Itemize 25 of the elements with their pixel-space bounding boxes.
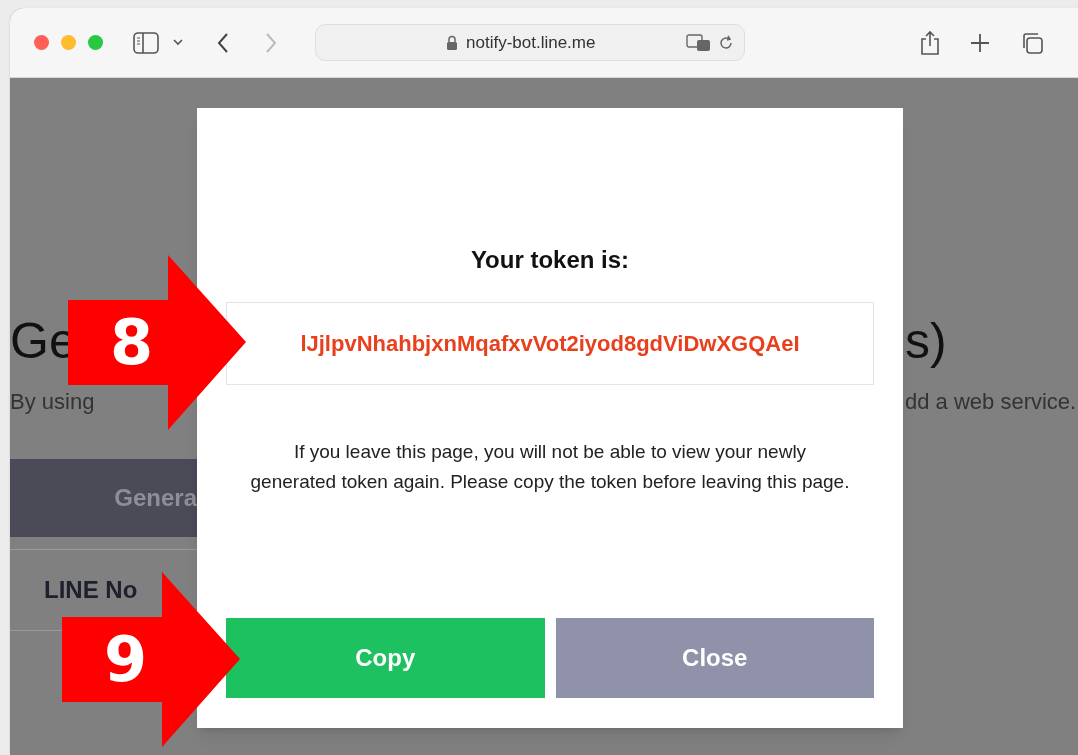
page-heading: s) [905,313,948,369]
translate-icon[interactable] [686,33,712,52]
warning-message: If you leave this page, you will not be able to view your newly generated token again. Please copy the token before leaving this page. [250,440,850,494]
dialog-title: Your token is: [470,245,630,275]
url-text: notify-bot.line.me [466,31,596,54]
step-number: 8 [110,305,154,380]
reload-icon[interactable] [718,34,734,51]
copy-button[interactable]: Copy [226,618,545,698]
token-text: lJjlpvNhahbjxnMqafxvVot2iyod8gdViDwXGQAeI [300,330,800,358]
new-tab-icon[interactable] [970,32,990,53]
close-button[interactable]: Close [555,618,874,698]
address-bar[interactable]: notify-bot.line.me [315,24,745,61]
lock-icon [446,35,458,50]
tabs-overview-icon[interactable] [1020,30,1044,55]
chevron-down-icon[interactable] [173,39,183,46]
bar-text: Genera [114,483,197,513]
token-field[interactable]: lJjlpvNhahbjxnMqafxvVot2iyod8gdViDwXGQAeI [226,302,874,385]
back-icon[interactable] [217,31,229,54]
row-text: LINE No [44,575,138,605]
share-icon[interactable] [920,29,940,56]
sidebar-icon[interactable] [133,31,159,54]
step-number: 9 [104,622,148,697]
intro-text: By using [10,388,96,416]
close-window-icon[interactable] [34,35,49,50]
intro-text: dd a web service. [905,388,1078,416]
